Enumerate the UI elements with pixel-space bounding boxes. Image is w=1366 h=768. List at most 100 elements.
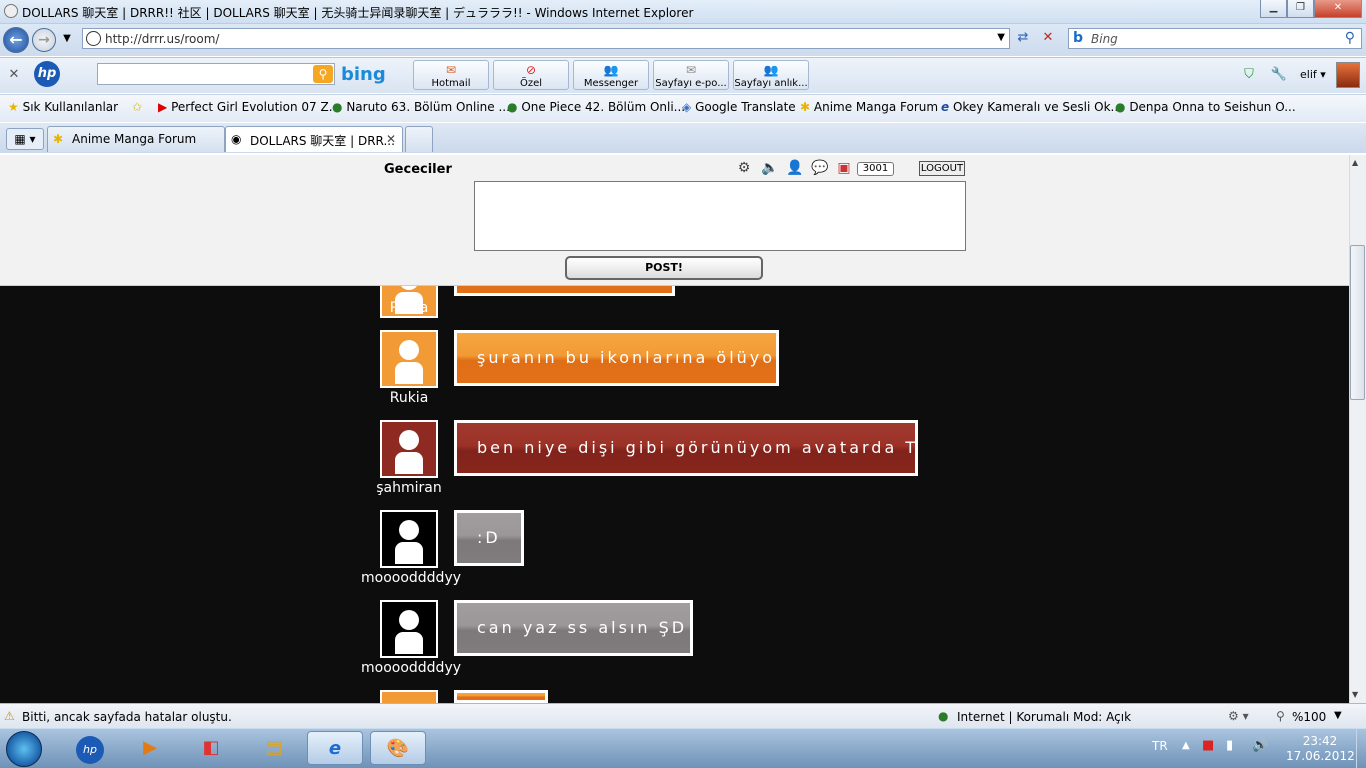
logout-button[interactable]: LOGOUT	[919, 161, 965, 176]
zoom-dropdown-icon[interactable]: ▼	[1334, 710, 1342, 721]
user-icon[interactable]: 👤	[786, 160, 803, 176]
media-player-icon[interactable]: ▶	[122, 731, 178, 765]
globe-icon: ●	[507, 100, 518, 114]
volume-icon[interactable]: 🔊	[1252, 738, 1268, 753]
favorites-button[interactable]: ★ Sık Kullanılanlar	[8, 100, 118, 114]
quick-tabs-icon[interactable]: ▦ ▾	[6, 128, 44, 150]
im-page-label: Sayfayı anlık...	[734, 78, 808, 89]
room-name: Gececiler	[384, 162, 452, 177]
add-favorite-icon[interactable]: ✩	[132, 100, 142, 114]
settings-icon[interactable]: ⚙	[736, 160, 752, 176]
post-button[interactable]: POST!	[565, 256, 763, 280]
close-window-button[interactable]: ✕	[1314, 0, 1362, 18]
addon-icon[interactable]: ⚙ ▾	[1228, 709, 1249, 723]
globe-icon: ●	[1115, 100, 1126, 114]
ie-taskbar-icon[interactable]: e	[307, 731, 363, 765]
youtube-icon: ▶	[158, 100, 168, 114]
new-tab-button[interactable]	[405, 126, 433, 152]
forward-button[interactable]: →	[32, 28, 56, 52]
contacts-icon: 👥	[763, 63, 779, 77]
message-username: mooooddddyy	[361, 570, 462, 586]
tray-expand-icon[interactable]: ▲	[1182, 740, 1190, 751]
clock[interactable]: 23:42 17.06.2012	[1286, 734, 1355, 764]
star-icon: ★	[8, 100, 19, 114]
clock-time: 23:42	[1302, 734, 1338, 748]
fav-link-1[interactable]: ▶ Perfect Girl Evolution 07 Z...	[158, 100, 340, 114]
hp-app-icon[interactable]: hp	[62, 731, 118, 765]
recent-pages-dropdown-icon[interactable]: ▼	[60, 30, 74, 48]
address-dropdown-icon[interactable]: ▼	[997, 32, 1005, 43]
message-username: şahmiran	[376, 480, 442, 496]
avatar	[380, 330, 438, 388]
toolbar-close-icon[interactable]: ✕	[6, 66, 22, 84]
start-button[interactable]	[6, 731, 42, 767]
scroll-down-icon[interactable]: ▼	[1352, 690, 1358, 699]
window-title: DOLLARS 聊天室 | DRRR!! 社区 | DOLLARS 聊天室 | …	[22, 6, 694, 20]
fav-label: Denpa Onna to Seishun O...	[1129, 100, 1296, 114]
bing-search-input[interactable]	[97, 63, 335, 85]
message-bubble: :D	[454, 510, 524, 566]
status-text: Bitti, ancak sayfada hatalar oluştu.	[22, 710, 232, 724]
fav-link-5[interactable]: ✱ Anime Manga Forum	[800, 100, 938, 114]
wrench-icon[interactable]: 🔧	[1270, 66, 1288, 84]
message-bubble: ben niye dişi gibi görünüyom avatarda T_…	[454, 420, 918, 476]
paint-icon[interactable]: 🎨	[370, 731, 426, 765]
user-avatar[interactable]	[1336, 62, 1360, 88]
message-bubble	[454, 690, 548, 703]
scroll-up-icon[interactable]: ▲	[1352, 158, 1358, 167]
rss-icon[interactable]: ▣	[836, 160, 852, 176]
show-desktop-button[interactable]	[1356, 729, 1366, 768]
fav-link-7[interactable]: ● Denpa Onna to Seishun O...	[1115, 100, 1296, 114]
language-indicator[interactable]: TR	[1152, 739, 1168, 753]
back-button[interactable]: ←	[3, 27, 29, 53]
fav-label: Naruto 63. Bölüm Online ...	[346, 100, 510, 114]
fav-link-6[interactable]: e Okey Kameralı ve Sesli Ok...	[941, 100, 1122, 114]
refresh-icon[interactable]: ⇄	[1013, 29, 1033, 49]
message-input[interactable]	[474, 181, 966, 251]
scrollbar-thumb[interactable]	[1350, 245, 1365, 400]
chat-bubble-icon[interactable]: 💬	[811, 160, 828, 176]
stop-icon[interactable]: ✕	[1038, 29, 1058, 49]
message-username: mooooddddyy	[361, 660, 462, 676]
window-titlebar: DOLLARS 聊天室 | DRRR!! 社区 | DOLLARS 聊天室 | …	[0, 0, 1366, 24]
hotmail-button[interactable]: ✉ Hotmail	[413, 60, 489, 90]
message-username: Rukia	[389, 300, 429, 316]
fav-link-3[interactable]: ● One Piece 42. Bölüm Onli...	[507, 100, 685, 114]
explorer-folder-icon[interactable]: ▤	[246, 731, 302, 765]
maximize-button[interactable]: ❐	[1287, 0, 1314, 18]
search-field[interactable]: b Bing ⚲	[1068, 28, 1362, 49]
network-icon[interactable]: ▮	[1226, 738, 1233, 753]
warning-icon[interactable]: ⚠	[4, 709, 15, 723]
im-page-button[interactable]: 👥 Sayfayı anlık...	[733, 60, 809, 90]
user-menu[interactable]: elif ▾	[1300, 68, 1326, 81]
messenger-button[interactable]: 👥 Messenger	[573, 60, 649, 90]
page-scrollbar[interactable]	[1349, 155, 1366, 703]
zoom-level[interactable]: %100	[1292, 710, 1326, 724]
forum-icon: ✱	[800, 100, 811, 114]
avatar	[380, 510, 438, 568]
ie-page-icon	[4, 4, 18, 18]
address-url: http://drrr.us/room/	[105, 32, 220, 46]
fav-link-2[interactable]: ● Naruto 63. Bölüm Online ...	[332, 100, 510, 114]
close-tab-icon[interactable]: ✕	[386, 132, 396, 146]
search-icon[interactable]: ⚲	[1345, 30, 1355, 46]
tray-app-icon[interactable]: ■	[1202, 738, 1214, 753]
sound-icon[interactable]: 🔈	[761, 160, 778, 176]
bing-search-icon[interactable]: ⚲	[313, 65, 333, 83]
tab-anime-manga-forum[interactable]: ✱ Anime Manga Forum	[47, 126, 225, 152]
minimize-button[interactable]: ▁	[1260, 0, 1287, 18]
address-field[interactable]: http://drrr.us/room/ ▼	[82, 28, 1010, 49]
shield-icon[interactable]: ⛉	[1240, 66, 1258, 84]
tab-dollars-chat[interactable]: ◉ DOLLARS 聊天室 | DRR... ✕	[225, 126, 403, 152]
hotmail-label: Hotmail	[431, 78, 471, 89]
email-page-button[interactable]: ✉ Sayfayı e-po...	[653, 60, 729, 90]
office-app-icon[interactable]: ◧	[183, 731, 239, 765]
hp-logo[interactable]: hp	[34, 61, 60, 87]
translate-icon: ◈	[682, 100, 692, 114]
clock-date: 17.06.2012	[1286, 749, 1355, 763]
security-zone[interactable]: Internet | Korumalı Mod: Açık	[957, 710, 1131, 724]
fav-link-4[interactable]: ◈ Google Translate	[682, 100, 796, 114]
private-button[interactable]: ⊘ Özel	[493, 60, 569, 90]
zoom-icon: ⚲	[1276, 709, 1285, 723]
search-placeholder: Bing	[1091, 32, 1118, 46]
